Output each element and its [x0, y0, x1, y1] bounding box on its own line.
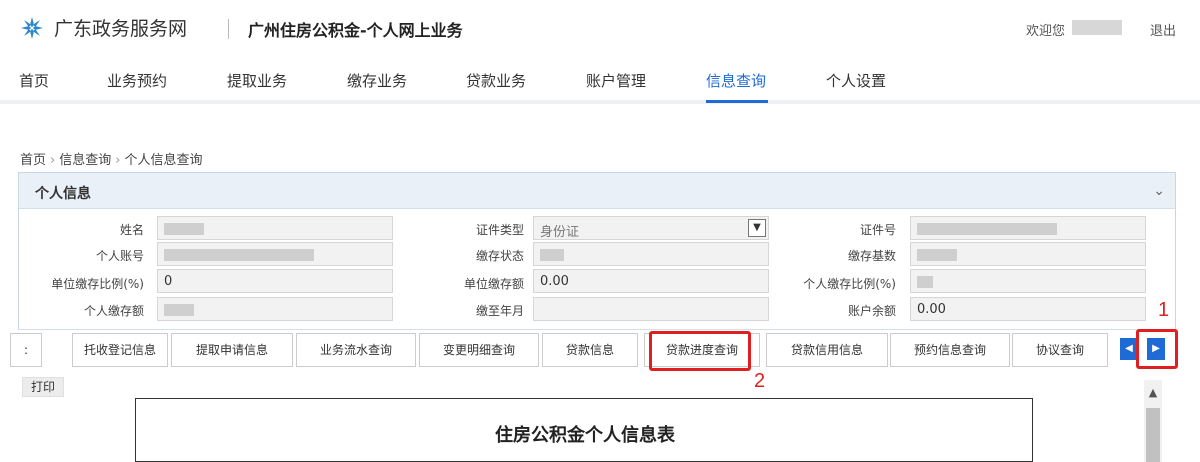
account-field[interactable] — [157, 242, 393, 266]
nav-account[interactable]: 账户管理 — [586, 70, 646, 91]
personal-amount-field[interactable] — [157, 297, 393, 321]
system-title: 广州住房公积金-个人网上业务 — [248, 21, 463, 40]
nav-withdrawal[interactable]: 提取业务 — [227, 70, 287, 91]
balance-label: 账户余额 — [847, 304, 896, 318]
paid-to-field[interactable] — [533, 297, 769, 321]
double-chevron-down-icon[interactable]: ⌄ — [1153, 183, 1165, 199]
deposit-status-field[interactable] — [533, 242, 769, 266]
tab-loan-info[interactable]: 贷款信息 — [542, 333, 638, 367]
personal-ratio-field[interactable] — [910, 269, 1146, 293]
nav-deposit[interactable]: 缴存业务 — [347, 70, 407, 91]
tab-change-detail-query[interactable]: 变更明细查询 — [419, 333, 539, 367]
unit-ratio-label: 单位缴存比例(%) — [51, 277, 144, 291]
scrollbar-thumb[interactable] — [1146, 408, 1160, 462]
id-type-label: 证件类型 — [475, 223, 524, 237]
deposit-status-label: 缴存状态 — [475, 249, 524, 263]
header-divider — [228, 19, 229, 39]
id-number-field[interactable] — [910, 216, 1146, 240]
info-document-frame: 住房公积金个人信息表 — [135, 398, 1033, 462]
balance-field[interactable]: 0.00 — [910, 297, 1146, 321]
tab-appointment-query[interactable]: 预约信息查询 — [890, 333, 1010, 367]
nav-home[interactable]: 首页 — [19, 70, 49, 91]
breadcrumb-current: 个人信息查询 — [124, 153, 203, 168]
query-tab-strip: : 托收登记信息 提取申请信息 业务流水查询 变更明细查询 贷款信息 贷款进度查… — [10, 329, 1176, 369]
site-name[interactable]: 广东政务服务网 — [54, 14, 187, 41]
name-label: 姓名 — [119, 223, 144, 237]
breadcrumb: 首页 › 信息查询 › 个人信息查询 — [20, 149, 202, 168]
nav-appointment[interactable]: 业务预约 — [107, 70, 167, 91]
id-number-label: 证件号 — [859, 223, 896, 237]
unit-amount-label: 单位缴存额 — [463, 277, 524, 291]
document-scrollbar[interactable]: ▲ — [1144, 380, 1162, 462]
unit-amount-field[interactable]: 0.00 — [533, 269, 769, 293]
breadcrumb-separator: › — [50, 153, 56, 168]
tab-partial[interactable]: : — [10, 333, 42, 367]
chevron-up-icon[interactable]: ▲ — [1144, 386, 1162, 399]
annotation-number-2: 2 — [754, 370, 766, 392]
breadcrumb-info-query[interactable]: 信息查询 — [59, 153, 111, 168]
unit-ratio-field[interactable]: 0 — [157, 269, 393, 293]
top-bar: 广东政务服务网 广州住房公积金-个人网上业务 欢迎您 退出 — [0, 0, 1200, 60]
username-redacted — [1072, 20, 1122, 35]
panel-title: 个人信息 — [35, 186, 91, 202]
tab-agreement-query[interactable]: 协议查询 — [1012, 333, 1108, 367]
personal-amount-label: 个人缴存额 — [83, 304, 144, 318]
nav-loan[interactable]: 贷款业务 — [466, 70, 526, 91]
id-type-value: 身份证 — [540, 225, 580, 240]
tab-loan-credit-info[interactable]: 贷款信用信息 — [766, 333, 888, 367]
site-logo-icon — [21, 17, 43, 39]
deposit-base-label: 缴存基数 — [847, 249, 896, 263]
personal-ratio-label: 个人缴存比例(%) — [803, 277, 896, 291]
nav-info-query[interactable]: 信息查询 — [706, 70, 766, 91]
annotation-number-1: 1 — [1158, 299, 1170, 321]
welcome-text: 欢迎您 — [1026, 24, 1066, 39]
chevron-down-icon[interactable]: ▼ — [748, 219, 766, 237]
name-field[interactable] — [157, 216, 393, 240]
panel-header: 个人信息 ⌄ — [19, 173, 1175, 209]
highlight-loan-progress-tab — [649, 331, 751, 371]
print-button[interactable]: 打印 — [22, 377, 64, 397]
paid-to-label: 缴至年月 — [475, 304, 524, 318]
tab-transaction-query[interactable]: 业务流水查询 — [296, 333, 416, 367]
nav-settings[interactable]: 个人设置 — [826, 70, 886, 91]
account-label: 个人账号 — [95, 249, 144, 263]
highlight-next-arrow — [1136, 329, 1178, 369]
main-nav: 首页 业务预约 提取业务 缴存业务 贷款业务 账户管理 信息查询 个人设置 — [0, 60, 1200, 104]
tab-withdrawal-application[interactable]: 提取申请信息 — [171, 333, 293, 367]
breadcrumb-separator: › — [115, 153, 121, 168]
document-title: 住房公积金个人信息表 — [495, 425, 675, 446]
deposit-base-field[interactable] — [910, 242, 1146, 266]
tab-collection-registration[interactable]: 托收登记信息 — [72, 333, 168, 367]
nav-active-indicator — [706, 100, 768, 103]
breadcrumb-home[interactable]: 首页 — [20, 153, 46, 168]
id-type-select[interactable]: 身份证 ▼ — [533, 216, 769, 240]
logout-link[interactable]: 退出 — [1150, 20, 1176, 39]
